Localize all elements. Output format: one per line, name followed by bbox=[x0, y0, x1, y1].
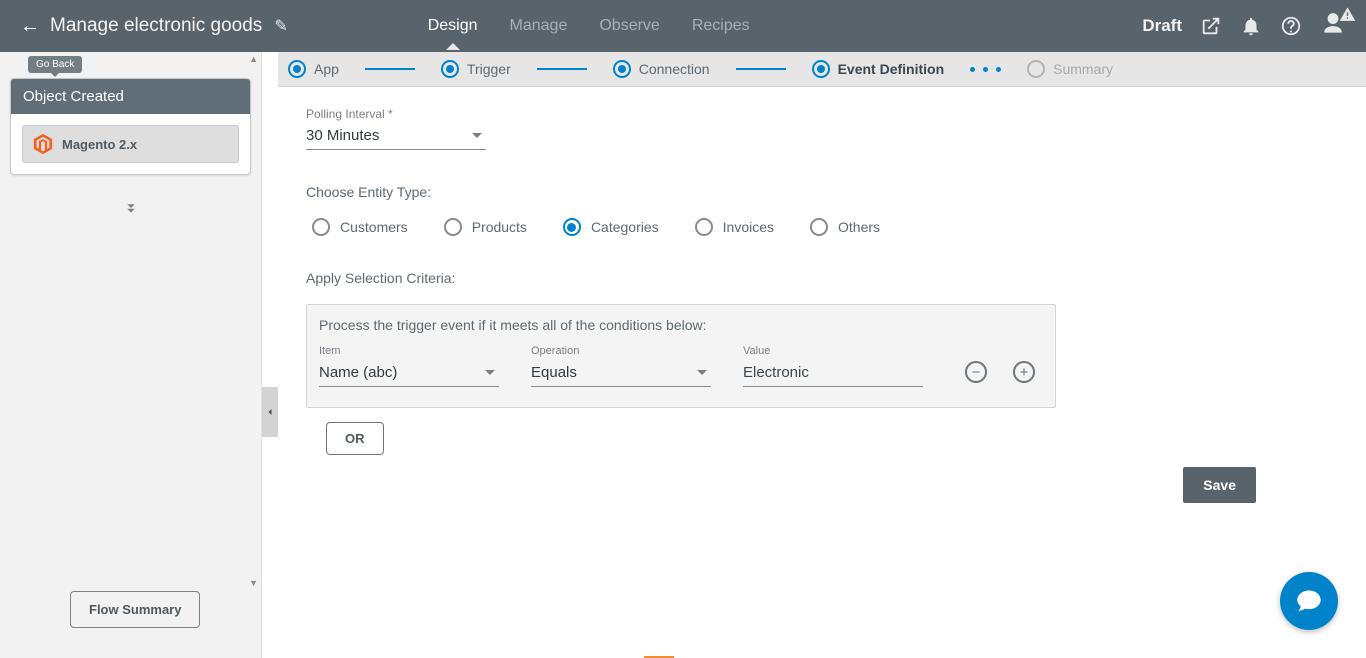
trigger-card-title: Object Created bbox=[11, 79, 250, 114]
nav-tab-recipes[interactable]: Recipes bbox=[692, 3, 750, 49]
top-header: ← Manage electronic goods ✎ Design Manag… bbox=[0, 0, 1366, 52]
external-link-icon[interactable] bbox=[1200, 15, 1222, 37]
step-trigger-label: Trigger bbox=[467, 61, 511, 77]
collapse-sidebar-handle[interactable] bbox=[262, 387, 278, 437]
step-summary[interactable]: Summary bbox=[1027, 60, 1113, 78]
expand-chevron-icon[interactable] bbox=[0, 199, 261, 222]
chat-fab[interactable] bbox=[1280, 572, 1338, 630]
radio-invoices[interactable]: Invoices bbox=[695, 218, 774, 236]
radio-invoices-label: Invoices bbox=[723, 219, 774, 235]
go-back-tooltip: Go Back bbox=[28, 56, 82, 73]
nav-tab-observe[interactable]: Observe bbox=[599, 3, 659, 49]
step-event-definition[interactable]: Event Definition bbox=[812, 60, 945, 78]
radio-others-label: Others bbox=[838, 219, 880, 235]
step-app-label: App bbox=[314, 61, 339, 77]
scroll-up-icon[interactable]: ▲ bbox=[249, 54, 258, 64]
remove-criteria-button[interactable]: − bbox=[965, 361, 987, 383]
add-criteria-button[interactable]: + bbox=[1013, 361, 1035, 383]
radio-others[interactable]: Others bbox=[810, 218, 880, 236]
criteria-item-label: Item bbox=[319, 345, 499, 357]
header-right: Draft bbox=[1142, 11, 1346, 42]
main-content: Polling Interval * 30 Minutes Choose Ent… bbox=[278, 87, 1366, 658]
status-label: Draft bbox=[1142, 16, 1182, 36]
user-avatar[interactable] bbox=[1320, 11, 1346, 42]
entity-type-label: Choose Entity Type: bbox=[306, 184, 1338, 200]
trigger-card[interactable]: Object Created Magento 2.x bbox=[10, 78, 251, 175]
polling-interval-select[interactable]: 30 Minutes bbox=[306, 123, 486, 150]
app-row[interactable]: Magento 2.x bbox=[22, 125, 239, 163]
nav-tabs: Design Manage Observe Recipes bbox=[428, 3, 750, 49]
step-trigger[interactable]: Trigger bbox=[441, 60, 511, 78]
save-button[interactable]: Save bbox=[1183, 467, 1256, 503]
criteria-op-value: Equals bbox=[531, 364, 577, 381]
step-connector bbox=[537, 68, 587, 70]
magento-icon bbox=[32, 133, 54, 155]
step-connector bbox=[365, 68, 415, 70]
polling-interval-label: Polling Interval * bbox=[306, 107, 1338, 121]
scroll-down-icon[interactable]: ▼ bbox=[249, 578, 258, 588]
nav-tab-design[interactable]: Design bbox=[428, 3, 478, 49]
criteria-row: Item Name (abc) Operation Equals Value − bbox=[319, 345, 1043, 387]
radio-customers-label: Customers bbox=[340, 219, 408, 235]
step-app[interactable]: App bbox=[288, 60, 339, 78]
bell-icon[interactable] bbox=[1240, 15, 1262, 37]
step-connector bbox=[736, 68, 786, 70]
flow-summary-button[interactable]: Flow Summary bbox=[70, 591, 200, 628]
radio-categories-label: Categories bbox=[591, 219, 659, 235]
step-connection-label: Connection bbox=[639, 61, 710, 77]
step-dots bbox=[970, 67, 1001, 72]
polling-interval-value: 30 Minutes bbox=[306, 127, 379, 144]
page-title: Manage electronic goods bbox=[50, 15, 262, 37]
chevron-down-icon bbox=[472, 133, 482, 138]
radio-products-label: Products bbox=[472, 219, 527, 235]
radio-customers[interactable]: Customers bbox=[312, 218, 408, 236]
criteria-box: Process the trigger event if it meets al… bbox=[306, 304, 1056, 408]
step-event-definition-label: Event Definition bbox=[838, 61, 945, 77]
app-name: Magento 2.x bbox=[62, 137, 137, 152]
left-sidebar: ▲ Go Back Object Created Magento 2.x Flo… bbox=[0, 52, 262, 658]
step-summary-label: Summary bbox=[1053, 61, 1113, 77]
chevron-down-icon bbox=[697, 370, 707, 375]
step-connection[interactable]: Connection bbox=[613, 60, 710, 78]
help-icon[interactable] bbox=[1280, 15, 1302, 37]
radio-products[interactable]: Products bbox=[444, 218, 527, 236]
criteria-title: Apply Selection Criteria: bbox=[306, 270, 1338, 286]
alert-triangle-icon bbox=[1339, 6, 1356, 23]
chevron-down-icon bbox=[485, 370, 495, 375]
criteria-value-label: Value bbox=[743, 345, 923, 357]
criteria-help-text: Process the trigger event if it meets al… bbox=[319, 317, 1043, 333]
criteria-op-label: Operation bbox=[531, 345, 711, 357]
chat-icon bbox=[1295, 587, 1323, 615]
criteria-value-input[interactable] bbox=[743, 360, 923, 387]
criteria-op-select[interactable]: Equals bbox=[531, 360, 711, 387]
entity-type-radio-group: Customers Products Categories Invoices O… bbox=[306, 218, 1338, 236]
or-button[interactable]: OR bbox=[326, 422, 384, 455]
back-arrow-icon[interactable]: ← bbox=[20, 15, 40, 38]
criteria-item-value: Name (abc) bbox=[319, 364, 397, 381]
radio-categories[interactable]: Categories bbox=[563, 218, 659, 236]
criteria-item-select[interactable]: Name (abc) bbox=[319, 360, 499, 387]
stepper-bar: App Trigger Connection Event Definition … bbox=[278, 52, 1366, 87]
edit-pencil-icon[interactable]: ✎ bbox=[274, 16, 287, 36]
nav-tab-manage[interactable]: Manage bbox=[510, 3, 568, 49]
